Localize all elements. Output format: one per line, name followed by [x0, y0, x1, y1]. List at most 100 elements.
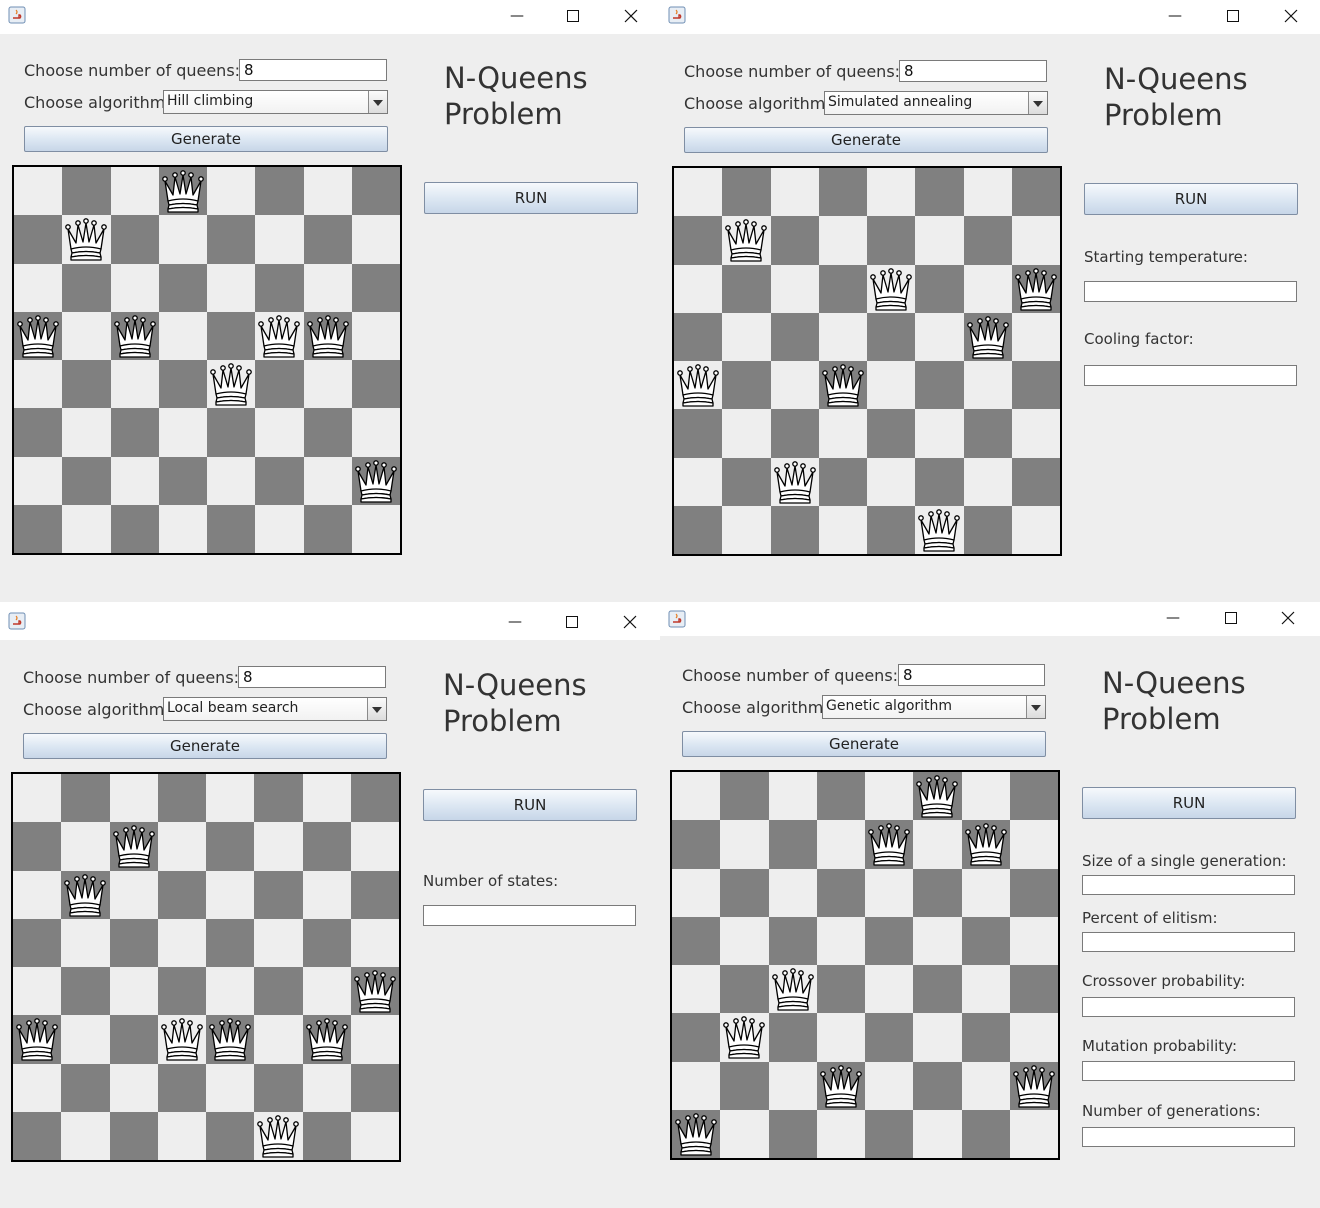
board-square[interactable] — [14, 215, 63, 264]
chess-board[interactable] — [12, 165, 402, 555]
board-square[interactable] — [302, 774, 351, 823]
board-square[interactable] — [207, 215, 256, 264]
board-square[interactable] — [158, 311, 207, 360]
board-square[interactable] — [1009, 820, 1058, 869]
board-square[interactable] — [109, 870, 158, 919]
board-square[interactable] — [963, 264, 1012, 313]
board-square[interactable] — [963, 216, 1012, 265]
board-square[interactable] — [915, 312, 964, 361]
board-square[interactable] — [14, 263, 63, 312]
board-square[interactable] — [818, 168, 867, 217]
board-square[interactable] — [963, 168, 1012, 217]
board-square[interactable] — [720, 772, 769, 821]
board-square[interactable] — [674, 505, 723, 554]
number-of-generations-input[interactable] — [1082, 1127, 1295, 1147]
board-square[interactable] — [720, 1109, 769, 1158]
board-square[interactable] — [254, 1063, 303, 1112]
board-square[interactable] — [768, 868, 817, 917]
board-square[interactable] — [963, 457, 1012, 506]
board-square[interactable] — [13, 870, 62, 919]
board-square[interactable] — [157, 967, 206, 1016]
generate-button[interactable]: Generate — [684, 127, 1048, 153]
run-button[interactable]: RUN — [424, 182, 638, 214]
board-square[interactable] — [913, 820, 962, 869]
generate-button[interactable]: Generate — [24, 126, 388, 152]
run-button[interactable]: RUN — [1084, 183, 1298, 215]
board-square[interactable] — [14, 456, 63, 505]
board-square[interactable] — [302, 1111, 351, 1160]
board-square[interactable] — [351, 408, 400, 457]
board-square[interactable] — [915, 168, 964, 217]
board-square[interactable] — [302, 918, 351, 967]
board-square[interactable] — [350, 1015, 399, 1064]
queens-count-input[interactable]: 8 — [238, 666, 386, 688]
board-square[interactable] — [351, 263, 400, 312]
board-square[interactable] — [158, 456, 207, 505]
board-square[interactable] — [865, 868, 914, 917]
board-square[interactable] — [14, 408, 63, 457]
board-square[interactable] — [720, 868, 769, 917]
board-square[interactable] — [351, 311, 400, 360]
board-square[interactable] — [303, 408, 352, 457]
board-square[interactable] — [207, 311, 256, 360]
board-square[interactable] — [350, 1063, 399, 1112]
board-square[interactable] — [768, 820, 817, 869]
close-icon[interactable] — [618, 4, 644, 28]
board-square[interactable] — [350, 918, 399, 967]
board-square[interactable] — [674, 168, 723, 217]
board-square[interactable] — [867, 457, 916, 506]
board-square[interactable] — [720, 916, 769, 965]
board-square[interactable] — [770, 505, 819, 554]
board-square[interactable] — [672, 1061, 721, 1110]
board-square[interactable] — [672, 916, 721, 965]
board-square[interactable] — [1009, 916, 1058, 965]
board-square[interactable] — [206, 967, 255, 1016]
board-square[interactable] — [672, 868, 721, 917]
board-square[interactable] — [1011, 312, 1060, 361]
board-square[interactable] — [865, 965, 914, 1014]
board-square[interactable] — [816, 868, 865, 917]
board-square[interactable] — [722, 457, 771, 506]
board-square[interactable] — [818, 312, 867, 361]
board-square[interactable] — [672, 772, 721, 821]
board-square[interactable] — [1009, 1013, 1058, 1062]
board-square[interactable] — [255, 360, 304, 409]
queens-count-input[interactable]: 8 — [239, 59, 387, 81]
chess-board[interactable] — [670, 770, 1060, 1160]
board-square[interactable] — [351, 167, 400, 216]
board-square[interactable] — [770, 216, 819, 265]
board-square[interactable] — [157, 1111, 206, 1160]
generation-size-input[interactable] — [1082, 875, 1295, 895]
generate-button[interactable]: Generate — [23, 733, 387, 759]
board-square[interactable] — [867, 409, 916, 458]
cooling-factor-input[interactable] — [1084, 365, 1297, 386]
board-square[interactable] — [207, 504, 256, 553]
board-square[interactable] — [722, 312, 771, 361]
board-square[interactable] — [303, 360, 352, 409]
maximize-icon[interactable] — [1220, 4, 1246, 28]
board-square[interactable] — [110, 408, 159, 457]
board-square[interactable] — [157, 774, 206, 823]
board-square[interactable] — [1009, 868, 1058, 917]
board-square[interactable] — [206, 1111, 255, 1160]
run-button[interactable]: RUN — [423, 789, 637, 821]
board-square[interactable] — [961, 1109, 1010, 1158]
board-square[interactable] — [961, 1013, 1010, 1062]
board-square[interactable] — [1011, 361, 1060, 410]
board-square[interactable] — [816, 1013, 865, 1062]
board-square[interactable] — [61, 1015, 110, 1064]
algorithm-select[interactable]: Local beam search — [163, 697, 387, 721]
board-square[interactable] — [913, 1109, 962, 1158]
board-square[interactable] — [963, 361, 1012, 410]
board-square[interactable] — [913, 916, 962, 965]
board-square[interactable] — [207, 456, 256, 505]
board-square[interactable] — [13, 774, 62, 823]
board-square[interactable] — [255, 408, 304, 457]
queens-count-input[interactable]: 8 — [899, 60, 1047, 82]
board-square[interactable] — [816, 965, 865, 1014]
board-square[interactable] — [674, 264, 723, 313]
board-square[interactable] — [913, 965, 962, 1014]
queens-count-input[interactable]: 8 — [898, 664, 1045, 686]
maximize-icon[interactable] — [1218, 606, 1244, 630]
board-square[interactable] — [14, 167, 63, 216]
